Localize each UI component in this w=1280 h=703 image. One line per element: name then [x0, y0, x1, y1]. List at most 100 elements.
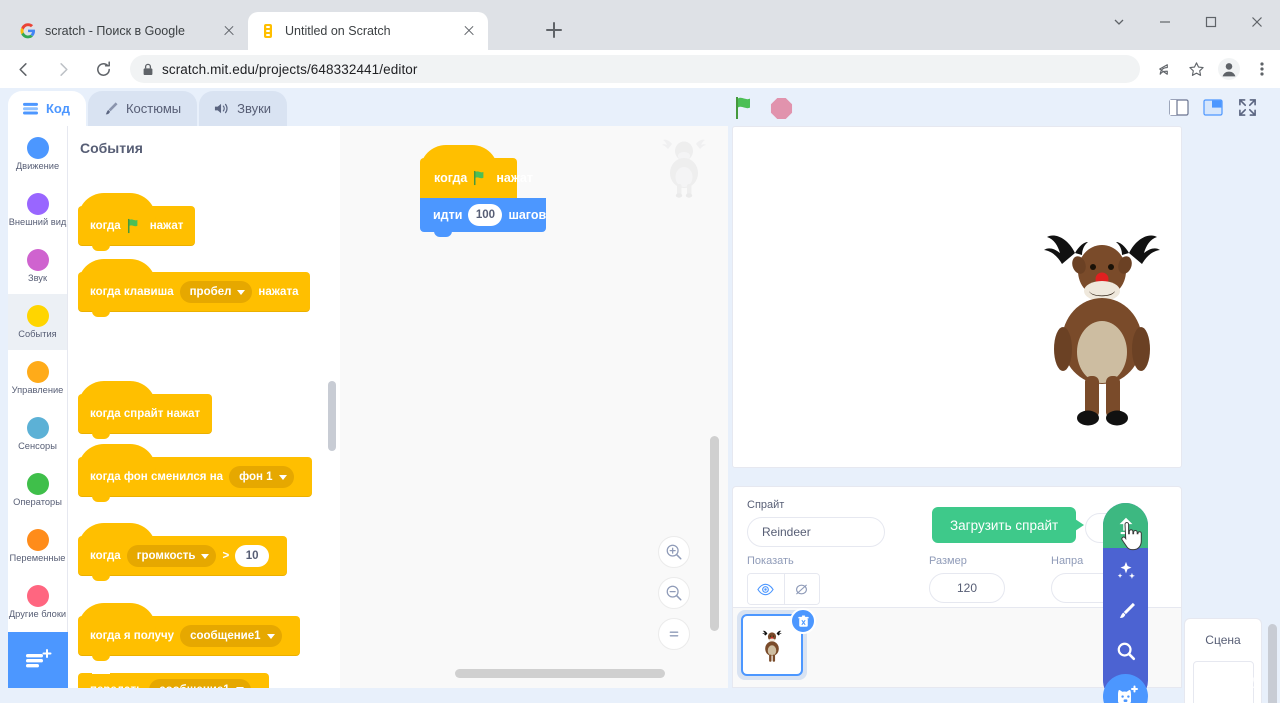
category-variables[interactable]: Переменные — [8, 518, 67, 574]
dropdown-value: пробел — [189, 286, 232, 298]
browser-tab-scratch[interactable]: Untitled on Scratch — [248, 12, 488, 50]
block-operator: > — [222, 550, 230, 562]
category-my-blocks[interactable]: Другие блоки — [8, 574, 67, 630]
block-number-input-steps[interactable]: 100 — [468, 204, 503, 226]
trash-icon[interactable] — [790, 608, 816, 634]
large-stage-icon[interactable] — [1198, 94, 1228, 120]
small-stage-icon[interactable] — [1164, 94, 1194, 120]
surprise-sprite-button[interactable] — [1103, 551, 1148, 591]
close-icon[interactable] — [460, 22, 478, 40]
stop-icon[interactable] — [770, 97, 793, 120]
block-dropdown-backdrop[interactable]: фон 1 — [229, 466, 294, 488]
dropdown-value: фон 1 — [239, 471, 273, 483]
category-motion[interactable]: Движение — [8, 126, 67, 182]
code-canvas[interactable]: когда нажат идти 100 шагов — [340, 126, 728, 688]
address-bar[interactable]: scratch.mit.edu/projects/648332441/edito… — [130, 55, 1140, 83]
dropdown-value: громкость — [136, 550, 196, 562]
add-extension-icon[interactable] — [8, 632, 68, 688]
chevron-down-icon — [201, 553, 210, 559]
zoom-in-icon[interactable] — [658, 536, 690, 568]
fullscreen-icon[interactable] — [1232, 94, 1262, 120]
block-dropdown-message[interactable]: сообщение1 — [149, 678, 251, 688]
browser-tab-google[interactable]: scratch - Поиск в Google — [8, 12, 248, 50]
editor-tab-bar: Код Костюмы Звуки — [8, 91, 288, 126]
green-flag-icon — [473, 170, 490, 186]
script-block-when-flag-clicked[interactable]: когда нажат — [420, 145, 533, 198]
forward-arrow-icon[interactable] — [46, 52, 80, 86]
window-controls — [1096, 0, 1280, 44]
palette-scrollbar[interactable] — [328, 381, 336, 451]
tab-label: Костюмы — [125, 101, 182, 116]
category-operators[interactable]: Операторы — [8, 462, 67, 518]
zoom-reset-icon[interactable] — [658, 618, 690, 650]
category-color-dot — [26, 305, 49, 327]
canvas-vertical-scrollbar[interactable] — [710, 436, 719, 631]
eye-slash-icon[interactable] — [783, 574, 819, 604]
minimize-icon[interactable] — [1142, 0, 1188, 44]
palette-block-when-sprite-clicked[interactable]: когда спрайт нажат — [78, 381, 213, 439]
canvas-zoom-controls — [658, 536, 690, 650]
maximize-icon[interactable] — [1188, 0, 1234, 44]
script-stack[interactable]: когда нажат идти 100 шагов — [420, 145, 546, 237]
paint-sprite-button[interactable] — [1103, 591, 1148, 631]
green-flag-icon[interactable] — [735, 96, 761, 120]
category-control[interactable]: Управление — [8, 350, 67, 406]
stage-selector-panel[interactable]: Сцена Фоны — [1184, 618, 1262, 703]
block-label: нажат — [149, 220, 184, 232]
url-text: scratch.mit.edu/projects/648332441/edito… — [162, 61, 418, 77]
share-icon[interactable] — [1148, 54, 1178, 84]
block-dropdown-loudness[interactable]: громкость — [126, 545, 217, 567]
tab-sounds[interactable]: Звуки — [199, 91, 288, 126]
eye-icon[interactable] — [748, 574, 784, 604]
google-icon — [20, 23, 36, 39]
category-color-dot — [26, 249, 49, 271]
sprite-name-input[interactable]: Reindeer — [747, 517, 885, 547]
sprite-show-label: Показать — [747, 555, 794, 567]
palette-block-when-greater-than[interactable]: когда громкость > 10 — [78, 523, 288, 581]
tab-costumes[interactable]: Костюмы — [87, 91, 198, 126]
stage[interactable] — [732, 126, 1182, 468]
palette-block-when-flag-clicked[interactable]: когда нажат — [78, 193, 196, 251]
script-block-move-steps[interactable]: идти 100 шагов — [420, 198, 546, 237]
category-label: Звук — [27, 273, 48, 283]
tab-title: Untitled on Scratch — [285, 24, 391, 38]
add-sprite-button[interactable] — [1103, 674, 1148, 703]
chevron-down-icon[interactable] — [1096, 0, 1142, 44]
category-sound[interactable]: Звук — [8, 238, 67, 294]
category-column: Движение Внешний вид Звук События Управл… — [8, 126, 68, 688]
category-color-dot — [26, 361, 49, 383]
category-sensing[interactable]: Сенсоры — [8, 406, 67, 462]
tab-code[interactable]: Код — [8, 91, 86, 126]
palette-block-when-backdrop-switches[interactable]: когда фон сменился на фон 1 — [78, 444, 312, 502]
block-number-input[interactable]: 10 — [235, 545, 270, 567]
reindeer-sprite-on-stage[interactable] — [1041, 231, 1163, 431]
scratch-icon — [260, 23, 276, 39]
right-panel-scrollbar[interactable] — [1268, 624, 1277, 703]
sprite-size-input[interactable]: 120 — [929, 573, 1005, 603]
paintbrush-icon — [102, 101, 119, 116]
tab-strip: scratch - Поиск в Google Untitled on Scr… — [8, 6, 488, 50]
udemy-watermark: Udemy — [1212, 672, 1260, 688]
palette-block-when-receive[interactable]: когда я получу сообщение1 — [78, 603, 300, 661]
star-icon[interactable] — [1181, 54, 1211, 84]
block-label: когда — [434, 171, 468, 185]
avatar-icon[interactable] — [1214, 54, 1244, 84]
category-looks[interactable]: Внешний вид — [8, 182, 67, 238]
palette-block-broadcast[interactable]: передать сообщение1 — [78, 669, 269, 688]
choose-sprite-button[interactable] — [1103, 631, 1148, 671]
stage-selector-title: Сцена — [1205, 633, 1241, 647]
block-dropdown-key[interactable]: пробел — [179, 281, 253, 303]
reload-icon[interactable] — [86, 52, 120, 86]
block-dropdown-message[interactable]: сообщение1 — [180, 625, 282, 647]
close-icon[interactable] — [220, 22, 238, 40]
back-arrow-icon[interactable] — [6, 52, 40, 86]
three-dot-menu-icon[interactable] — [1247, 54, 1277, 84]
palette-block-when-key-pressed[interactable]: когда клавиша пробел нажата — [78, 259, 311, 317]
stage-layout-buttons — [1164, 94, 1262, 120]
zoom-out-icon[interactable] — [658, 577, 690, 609]
close-icon[interactable] — [1234, 0, 1280, 44]
category-events[interactable]: События — [8, 294, 67, 350]
new-tab-button[interactable] — [540, 16, 568, 44]
canvas-horizontal-scrollbar[interactable] — [455, 669, 665, 678]
blocks-column[interactable]: События когда нажат когда клавиша пробел… — [68, 126, 340, 688]
